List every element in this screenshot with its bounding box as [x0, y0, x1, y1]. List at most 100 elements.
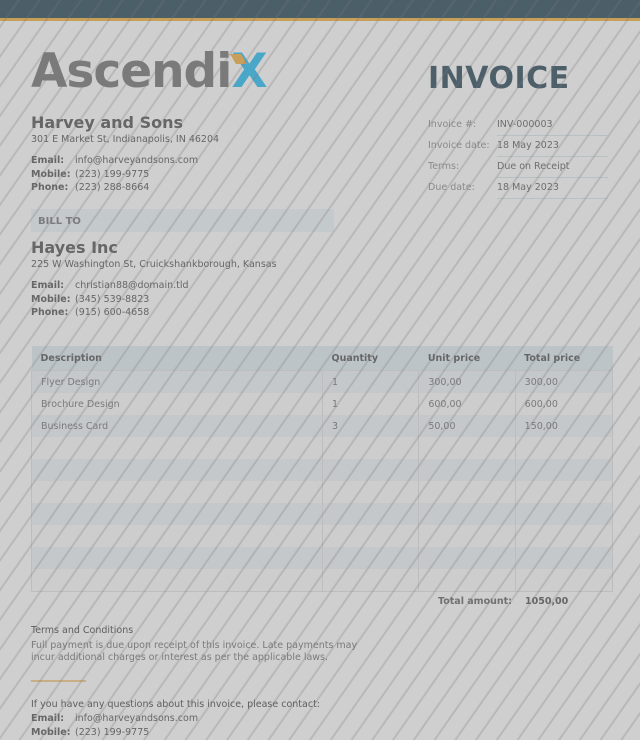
- table-row: [31, 437, 613, 459]
- table-cell: [418, 569, 516, 592]
- table-cell: [418, 547, 516, 569]
- contact-value: (223) 199-9775: [75, 168, 150, 180]
- contact-label: Email:: [31, 155, 65, 166]
- total-amount-value: 1050,00: [525, 596, 569, 607]
- table-cell: Flyer Design: [31, 370, 323, 393]
- table-row: Business Card 3 50,00 150,00: [31, 415, 613, 437]
- table-cell: [418, 503, 516, 525]
- contact-label: Phone:: [31, 182, 69, 193]
- client-address: 225 W Washington St, Cruickshankborough,…: [31, 259, 277, 270]
- column-header: Description: [31, 346, 323, 371]
- meta-label: Due date:: [428, 182, 475, 193]
- bill-to-heading: BILL TO: [38, 216, 81, 227]
- table-cell: [514, 569, 613, 592]
- footer-contact: If you have any questions about this inv…: [31, 699, 320, 739]
- table-cell: 150,00: [514, 415, 613, 437]
- table-row: [31, 569, 613, 592]
- table-cell: [321, 481, 419, 503]
- company-logo: AscendiX: [31, 48, 268, 95]
- table-cell: 50,00: [418, 415, 516, 437]
- invoice-meta: Invoice #: INV-000003 Invoice date: 18 May …: [428, 114, 608, 199]
- line-items-table: Description Quantity Unit price Total price…: [31, 346, 613, 592]
- table-cell: [31, 525, 323, 547]
- table-cell: [418, 459, 516, 481]
- contact-label: Mobile:: [31, 168, 71, 180]
- contact-value: (345) 539-8823: [75, 293, 150, 305]
- bill-to-heading-bar: BILL TO: [31, 209, 334, 232]
- contact-value: (223) 288-8664: [75, 182, 150, 193]
- table-row: [31, 547, 613, 569]
- client-info: Hayes Inc 225 W Washington St, Cruicksha…: [31, 238, 277, 320]
- logo-text: Ascendi: [31, 44, 232, 99]
- table-cell: [31, 481, 323, 503]
- contact-value: (223) 199-9775: [75, 726, 150, 738]
- terms-text: Full payment is due upon receipt of this…: [31, 640, 358, 663]
- table-cell: 300,00: [418, 370, 516, 393]
- table-cell: [418, 481, 516, 503]
- terms-section: Terms and Conditions Full payment is due…: [31, 625, 361, 664]
- table-cell: [321, 569, 419, 592]
- contact-value: info@harveyandsons.com: [75, 713, 199, 724]
- table-cell: [514, 437, 613, 459]
- terms-title: Terms and Conditions: [31, 625, 134, 636]
- contact-row: Mobile: (345) 539-8823: [31, 293, 277, 307]
- table-cell: [418, 525, 516, 547]
- table-cell: [514, 481, 613, 503]
- invoice-meta-row: Terms: Due on Receipt: [428, 156, 608, 178]
- seller-contacts: Email: info@harveyandsons.com Mobile: (223)…: [31, 154, 219, 195]
- total-amount-label: Total amount:: [438, 596, 512, 607]
- client-name: Hayes Inc: [31, 238, 118, 257]
- seller-address: 301 E Market St, Indianapolis, IN 46204: [31, 134, 220, 145]
- meta-value: 18 May 2023: [497, 135, 608, 157]
- column-header: Unit price: [418, 346, 516, 371]
- seller-info: Harvey and Sons 301 E Market St, Indiana…: [31, 113, 219, 195]
- table-row: [31, 525, 613, 547]
- meta-value: Due on Receipt: [497, 156, 608, 178]
- table-cell: Brochure Design: [31, 393, 323, 415]
- invoice-title: INVOICE: [428, 61, 570, 96]
- table-cell: [514, 459, 613, 481]
- contact-row: Phone: (223) 288-8664: [31, 181, 219, 195]
- footer-divider: [31, 680, 86, 682]
- table-cell: [514, 503, 613, 525]
- table-cell: [514, 547, 613, 569]
- invoice-meta-row: Invoice #: INV-000003: [428, 114, 608, 136]
- contact-label: Email:: [31, 713, 65, 724]
- meta-label: Invoice #:: [428, 119, 477, 130]
- footer-contacts: Email: info@harveyandsons.com Mobile: (223)…: [31, 712, 320, 739]
- column-header: Quantity: [322, 346, 419, 371]
- column-header: Total price: [515, 346, 613, 371]
- table-cell: [321, 503, 419, 525]
- meta-label: Invoice date:: [428, 140, 490, 151]
- table-cell: [31, 503, 323, 525]
- table-body: Flyer Design 1 300,00 300,00 Brochure Design…: [31, 370, 613, 592]
- table-cell: [321, 437, 419, 459]
- meta-value: 18 May 2023: [497, 177, 608, 199]
- table-cell: 300,00: [514, 370, 613, 393]
- contact-label: Mobile:: [31, 726, 71, 738]
- meta-label: Terms:: [428, 161, 460, 172]
- contact-label: Phone:: [31, 307, 69, 318]
- table-cell: 1: [321, 393, 419, 415]
- table-cell: [31, 569, 323, 592]
- table-cell: [31, 547, 323, 569]
- table-cell: 3: [321, 415, 419, 437]
- contact-row: Phone: (915) 600-4658: [31, 306, 277, 320]
- client-contacts: Email: christian88@domain.tld Mobile: (345)…: [31, 279, 277, 320]
- contact-question: If you have any questions about this inv…: [31, 699, 320, 710]
- table-row: [31, 481, 613, 503]
- meta-value: INV-000003: [497, 114, 608, 136]
- table-cell: [321, 459, 419, 481]
- table-cell: 1: [321, 370, 419, 393]
- table-header-row: Description Quantity Unit price Total price: [31, 346, 613, 371]
- contact-row: Email: christian88@domain.tld: [31, 279, 277, 293]
- table-cell: 600,00: [418, 393, 516, 415]
- table-cell: [321, 547, 419, 569]
- contact-value: (915) 600-4658: [75, 307, 150, 318]
- seller-name: Harvey and Sons: [31, 113, 183, 132]
- table-row: Flyer Design 1 300,00 300,00: [31, 370, 613, 393]
- invoice-meta-row: Due date: 18 May 2023: [428, 177, 608, 199]
- contact-value: christian88@domain.tld: [75, 280, 189, 291]
- table-cell: [514, 525, 613, 547]
- table-cell: 600,00: [514, 393, 613, 415]
